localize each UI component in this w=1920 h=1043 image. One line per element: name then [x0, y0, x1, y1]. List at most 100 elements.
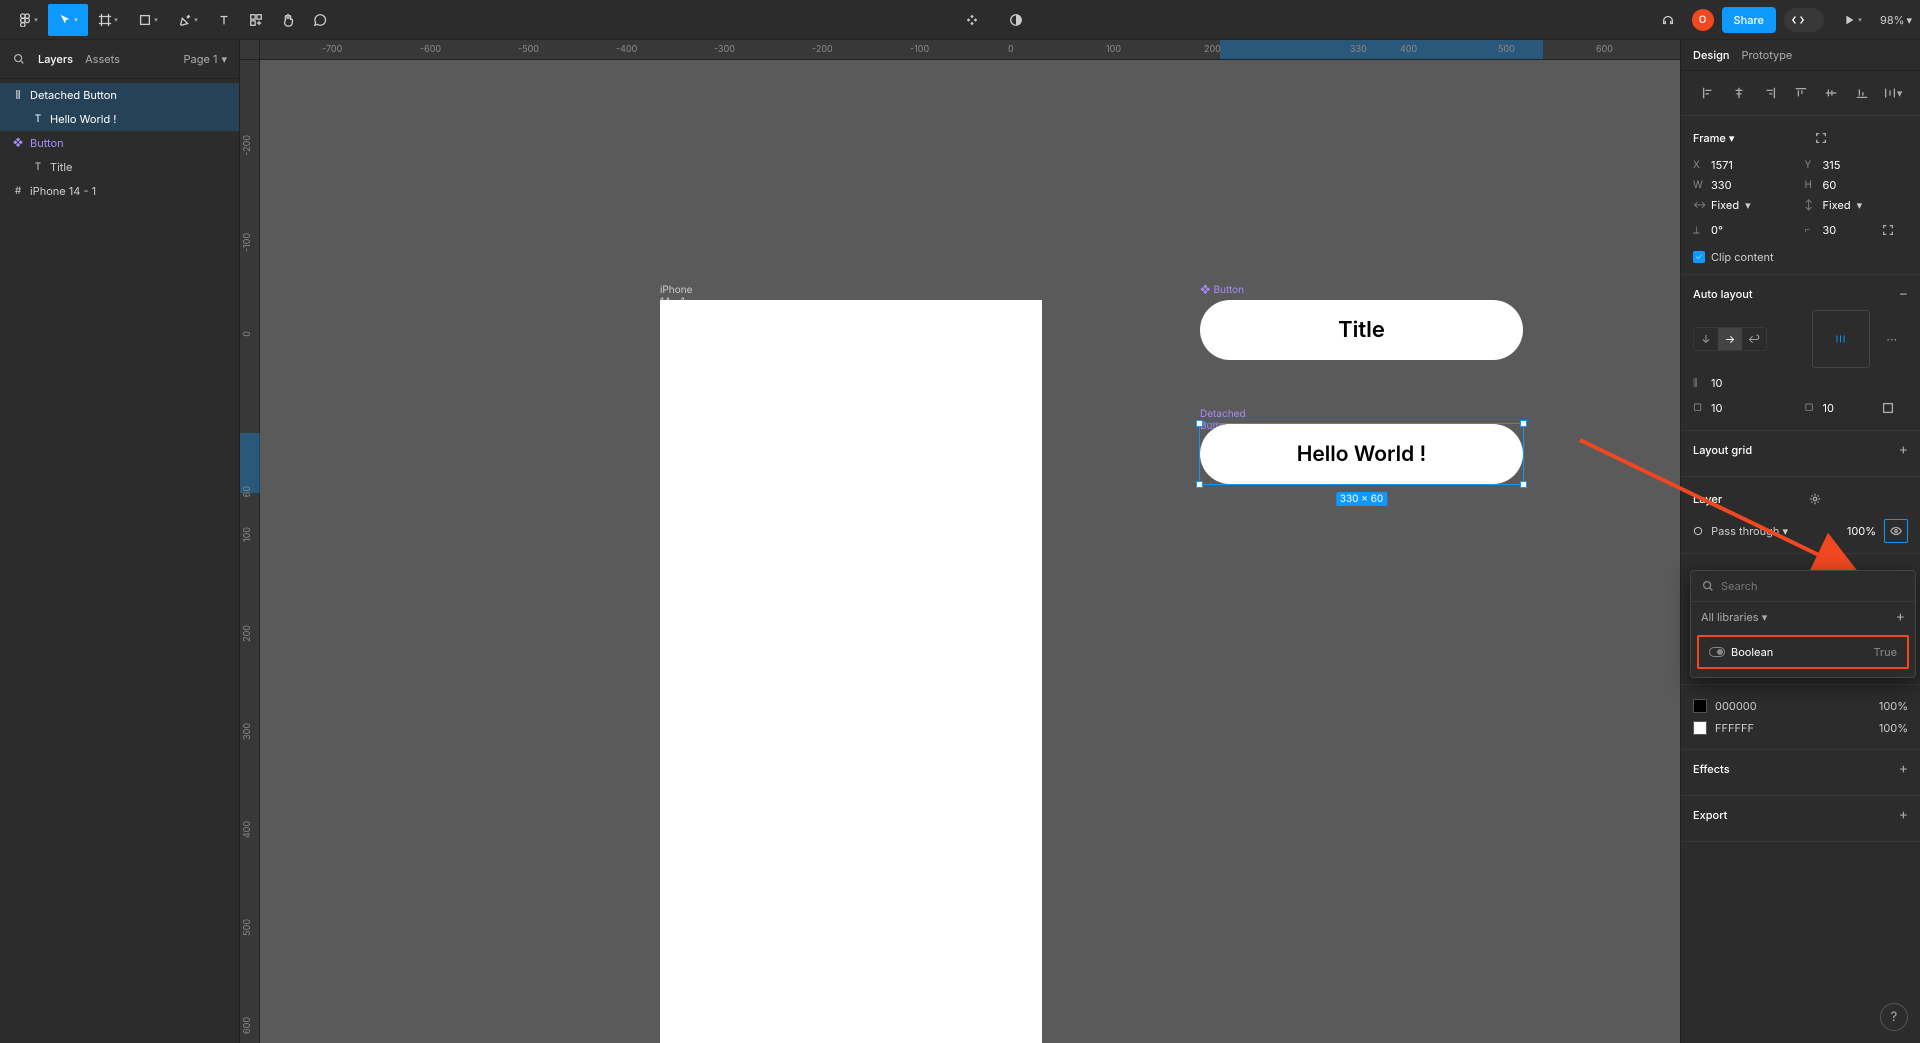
tab-prototype[interactable]: Prototype: [1742, 48, 1793, 62]
autolayout-more[interactable]: ⋯: [1876, 327, 1909, 351]
rectangle-icon: [138, 13, 152, 27]
direction-wrap[interactable]: ↩: [1742, 328, 1766, 350]
layout-icon: ⫼: [12, 89, 24, 101]
h-resize-mode[interactable]: ↔Fixed▾: [1693, 198, 1797, 212]
add-effect[interactable]: +: [1899, 760, 1908, 777]
swatch-black: [1693, 699, 1707, 713]
help-button[interactable]: ?: [1880, 1003, 1908, 1031]
independent-padding[interactable]: [1869, 396, 1909, 420]
distribute-icon: [1883, 86, 1897, 100]
tab-layers[interactable]: Layers: [32, 48, 79, 70]
direction-vertical[interactable]: ↓: [1694, 328, 1718, 350]
comment-tool[interactable]: [304, 4, 336, 36]
y-input[interactable]: [1823, 158, 1863, 172]
share-button[interactable]: Share: [1722, 7, 1776, 33]
frame-section: Frame ▾ X Y W H ↔Fixed▾ ↕Fixed▾ ⟂ ⌐ ✓ Cl…: [1681, 116, 1920, 275]
text-tool[interactable]: [208, 4, 240, 36]
h-input[interactable]: [1823, 178, 1863, 192]
add-layout-grid[interactable]: +: [1899, 441, 1908, 458]
w-input[interactable]: [1711, 178, 1751, 192]
resize-handle-br[interactable]: [1520, 481, 1527, 488]
hgap-input[interactable]: [1711, 376, 1751, 390]
opacity-value[interactable]: 100%: [1847, 524, 1876, 538]
iphone-artboard[interactable]: [660, 300, 1042, 1043]
tab-assets[interactable]: Assets: [79, 48, 126, 70]
layer-title[interactable]: T Title: [0, 155, 239, 179]
add-export[interactable]: +: [1899, 806, 1908, 823]
color-row-black[interactable]: 000000 100%: [1693, 695, 1908, 717]
align-top-icon: [1794, 86, 1808, 100]
button-component[interactable]: Title: [1200, 300, 1523, 360]
align-box[interactable]: ··· ·┃┃┃· ···: [1812, 310, 1870, 368]
resources-tool[interactable]: [240, 4, 272, 36]
distribute[interactable]: ▾: [1877, 81, 1908, 105]
blend-mode[interactable]: Pass through ▾: [1711, 524, 1788, 538]
frame-tool[interactable]: ▾: [88, 4, 128, 36]
layer-hello-world[interactable]: T Hello World !: [0, 107, 239, 131]
align-right[interactable]: [1754, 81, 1785, 105]
voice-button[interactable]: [1652, 4, 1684, 36]
layer-iphone[interactable]: # iPhone 14 - 1: [0, 179, 239, 203]
user-avatar[interactable]: O: [1692, 9, 1714, 31]
align-vcenter[interactable]: [1816, 81, 1847, 105]
resize-handle-tl[interactable]: [1196, 420, 1203, 427]
page-selector[interactable]: Page 1▾: [184, 52, 227, 66]
components-button[interactable]: [956, 4, 988, 36]
align-left[interactable]: [1693, 81, 1724, 105]
padding-v-icon: ▢: [1805, 402, 1817, 414]
align-bottom-icon: [1855, 86, 1869, 100]
layer-name: Title: [50, 160, 72, 174]
variable-value: True: [1873, 645, 1897, 659]
layout-grid-heading: Layout grid: [1693, 443, 1752, 457]
radius-input[interactable]: [1823, 223, 1863, 237]
effects-section: Effects +: [1681, 750, 1920, 796]
pen-tool[interactable]: ▾: [168, 4, 208, 36]
color-row-white[interactable]: FFFFFF 100%: [1693, 717, 1908, 739]
direction-horizontal[interactable]: →: [1718, 328, 1742, 350]
dev-mode-toggle[interactable]: [1784, 8, 1824, 32]
padding-h-input[interactable]: [1711, 401, 1751, 415]
visibility-toggle[interactable]: [1884, 519, 1908, 543]
toolbar-center: [336, 4, 1652, 36]
rotation-input[interactable]: [1711, 223, 1751, 237]
align-section: ▾: [1681, 71, 1920, 116]
v-resize-mode[interactable]: ↕Fixed▾: [1805, 198, 1909, 212]
component-label[interactable]: ❖Button: [1200, 284, 1244, 296]
add-library[interactable]: +: [1896, 608, 1905, 625]
canvas[interactable]: -700 -600 -500 -400 -300 -200 -100 0 100…: [240, 40, 1680, 1043]
align-top[interactable]: [1785, 81, 1816, 105]
align-hcenter[interactable]: [1724, 81, 1755, 105]
color-hex: FFFFFF: [1715, 721, 1754, 735]
color-opacity: 100%: [1879, 699, 1908, 713]
dark-mode-button[interactable]: [1000, 4, 1032, 36]
layer-settings[interactable]: [1722, 487, 1908, 511]
variable-boolean-item[interactable]: Boolean True: [1697, 635, 1909, 669]
align-right-icon: [1763, 86, 1777, 100]
search-icon[interactable]: [12, 52, 26, 66]
remove-autolayout[interactable]: −: [1899, 285, 1908, 302]
library-selector[interactable]: All libraries ▾ +: [1691, 602, 1915, 631]
autolayout-heading: Auto layout: [1693, 287, 1753, 301]
ruler-selection-h: [1220, 40, 1543, 60]
move-tool[interactable]: ▾: [48, 4, 88, 36]
align-bottom[interactable]: [1847, 81, 1878, 105]
padding-v-input[interactable]: [1823, 401, 1863, 415]
variable-search-input[interactable]: [1721, 579, 1905, 593]
zoom-control[interactable]: 98%▾: [1880, 13, 1912, 27]
play-button[interactable]: ▾: [1832, 4, 1872, 36]
frame-heading: Frame ▾: [1693, 131, 1734, 145]
layer-button-component[interactable]: ❖ Button: [0, 131, 239, 155]
clip-content-checkbox[interactable]: ✓: [1693, 251, 1705, 263]
layer-detached-button[interactable]: ⫼ Detached Button: [0, 83, 239, 107]
shape-tool[interactable]: ▾: [128, 4, 168, 36]
hand-tool[interactable]: [272, 4, 304, 36]
fit-button[interactable]: [1734, 126, 1908, 150]
resize-handle-bl[interactable]: [1196, 481, 1203, 488]
layer-section: Layer ○ Pass through ▾ 100%: [1681, 477, 1920, 554]
menu-button[interactable]: ▾: [8, 4, 48, 36]
independent-corners[interactable]: [1869, 218, 1909, 242]
resize-handle-tr[interactable]: [1520, 420, 1527, 427]
tab-design[interactable]: Design: [1693, 48, 1730, 62]
x-input[interactable]: [1711, 158, 1751, 172]
ruler-selection-v: [240, 433, 260, 493]
